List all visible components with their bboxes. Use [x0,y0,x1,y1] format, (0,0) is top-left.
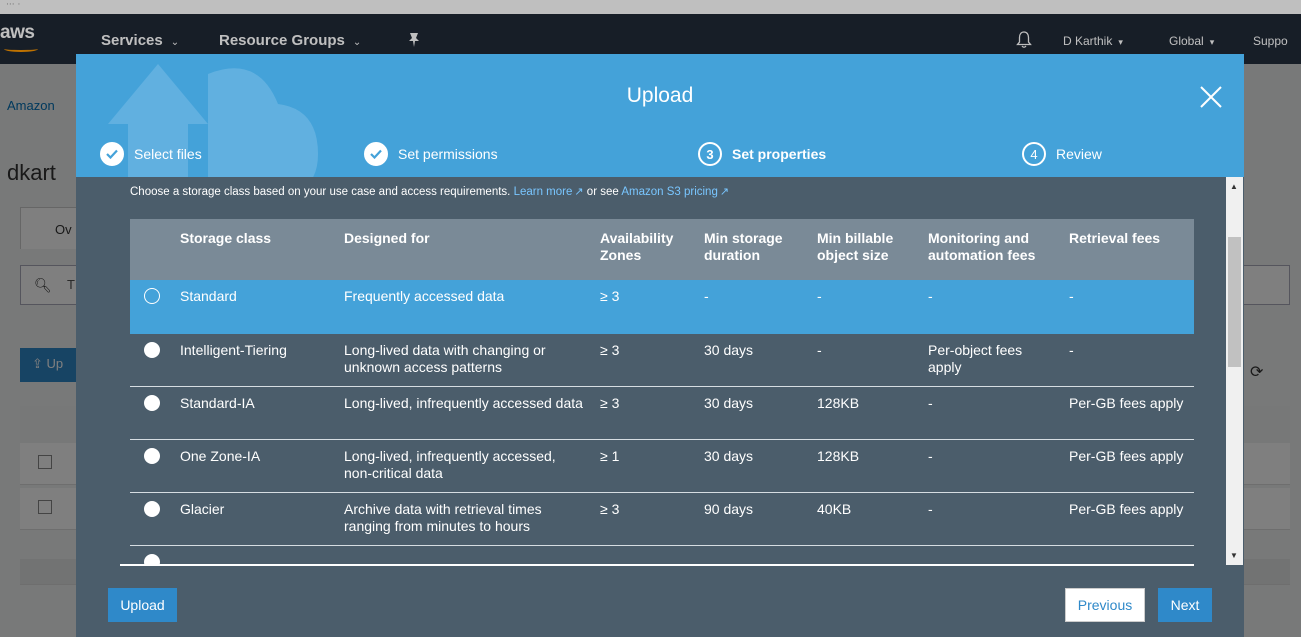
external-link-icon: ↗︎ [719,186,730,198]
step-set-permissions[interactable]: Set permissions [364,142,498,166]
col-select [130,219,172,280]
retrieval-fees: Per-GB fees apply [1061,386,1194,440]
storage-class-panel: Choose a storage class based on your use… [120,177,1235,565]
s3-pricing-link[interactable]: Amazon S3 pricing ↗︎ [621,186,729,198]
intro-text: Choose a storage class based on your use… [130,186,511,198]
storage-class-radio[interactable] [144,394,160,411]
learn-more-link[interactable]: Learn more ↗︎ [514,186,584,198]
scroll-down-icon[interactable]: ▼ [1230,551,1238,560]
modal-title: Upload [626,84,694,107]
designed-for: Frequently accessed data [336,280,592,334]
scrollbar-thumb[interactable] [1228,237,1241,367]
designed-for: Long-lived, infrequently accessed data [336,386,592,440]
min-storage-duration: 30 days [696,333,809,387]
min-billable-size: - [809,280,920,334]
retrieval-fees: Per-GB fees apply [1061,439,1194,493]
check-circle-icon [364,142,388,166]
upload-button[interactable]: Upload [108,588,177,622]
designed-for: Long-lived, infrequently accessed, non-c… [336,439,592,493]
step-select-files[interactable]: Select files [100,142,202,166]
min-storage-duration: 90 days [696,492,809,546]
monitoring-fees: - [920,439,1061,493]
storage-class-row-partial[interactable] [130,545,1194,565]
storage-class-name: Intelligent-Tiering [172,333,336,387]
min-billable-size: 128KB [809,386,920,440]
designed-for: Long-lived data with changing or unknown… [336,333,592,387]
storage-class-intro: Choose a storage class based on your use… [130,185,729,198]
monitoring-fees: - [920,492,1061,546]
step-label: Set properties [732,146,827,162]
retrieval-fees: - [1061,280,1194,334]
storage-class-row-standard[interactable]: Standard Frequently accessed data ≥ 3 - … [130,280,1194,334]
availability-zones: ≥ 3 [592,333,696,387]
storage-class-name: Standard-IA [172,386,336,440]
storage-class-name: Glacier [172,492,336,546]
upload-modal: Upload Select files Set permissions 3 Se… [76,54,1244,637]
availability-zones: ≥ 3 [592,280,696,334]
storage-class-radio[interactable] [144,288,160,304]
storage-class-row-glacier[interactable]: Glacier Archive data with retrieval time… [130,492,1194,546]
or-see-text: or see [586,186,619,198]
table-header-row: Storage class Designed for Availability … [130,219,1194,280]
step-label: Select files [134,146,202,162]
step-set-properties[interactable]: 3 Set properties [698,142,826,166]
col-min-storage-duration: Min storage duration [696,219,809,280]
s3-pricing-label: Amazon S3 pricing [621,186,718,198]
retrieval-fees: Per-GB fees apply [1061,492,1194,546]
storage-class-table: Storage class Designed for Availability … [130,219,1194,565]
storage-class-radio[interactable] [144,500,160,517]
scroll-up-icon[interactable]: ▲ [1230,182,1238,191]
step-review[interactable]: 4 Review [1022,142,1102,166]
checkmark-icon [106,149,118,159]
availability-zones: ≥ 3 [592,386,696,440]
storage-class-row-intelligent-tiering[interactable]: Intelligent-Tiering Long-lived data with… [130,333,1194,387]
previous-button[interactable]: Previous [1065,588,1145,622]
panel-scrollbar[interactable]: ▲ ▼ [1226,177,1243,565]
monitoring-fees: - [920,386,1061,440]
col-min-billable-size: Min billable object size [809,219,920,280]
step-number: 4 [1022,142,1046,166]
next-button[interactable]: Next [1158,588,1212,622]
monitoring-fees: - [920,280,1061,334]
retrieval-fees: - [1061,333,1194,387]
col-availability-zones: Availability Zones [592,219,696,280]
storage-class-radio[interactable] [144,341,160,358]
storage-class-row-one-zone-ia[interactable]: One Zone-IA Long-lived, infrequently acc… [130,439,1194,493]
availability-zones: ≥ 3 [592,492,696,546]
designed-for: Archive data with retrieval times rangin… [336,492,592,546]
storage-class-radio[interactable] [144,447,160,464]
min-storage-duration: 30 days [696,386,809,440]
min-billable-size: 40KB [809,492,920,546]
col-retrieval-fees: Retrieval fees [1061,219,1194,280]
min-billable-size: - [809,333,920,387]
close-icon[interactable] [1198,84,1224,110]
col-designed-for: Designed for [336,219,592,280]
step-label: Review [1056,146,1102,162]
col-monitoring-fees: Monitoring and automation fees [920,219,1061,280]
step-number: 3 [698,142,722,166]
step-label: Set permissions [398,146,498,162]
monitoring-fees: Per-object fees apply [920,333,1061,387]
min-storage-duration: 30 days [696,439,809,493]
checkmark-icon [370,149,382,159]
availability-zones: ≥ 1 [592,439,696,493]
col-storage-class: Storage class [172,219,336,280]
panel-bottom-divider [120,564,1194,566]
learn-more-label: Learn more [513,186,573,198]
storage-class-row-standard-ia[interactable]: Standard-IA Long-lived, infrequently acc… [130,386,1194,440]
external-link-icon: ↗︎ [574,186,584,198]
min-storage-duration: - [696,280,809,334]
modal-header: Upload Select files Set permissions 3 Se… [76,54,1244,177]
storage-class-name: Standard [172,280,336,334]
storage-class-name: One Zone-IA [172,439,336,493]
min-billable-size: 128KB [809,439,920,493]
check-circle-icon [100,142,124,166]
